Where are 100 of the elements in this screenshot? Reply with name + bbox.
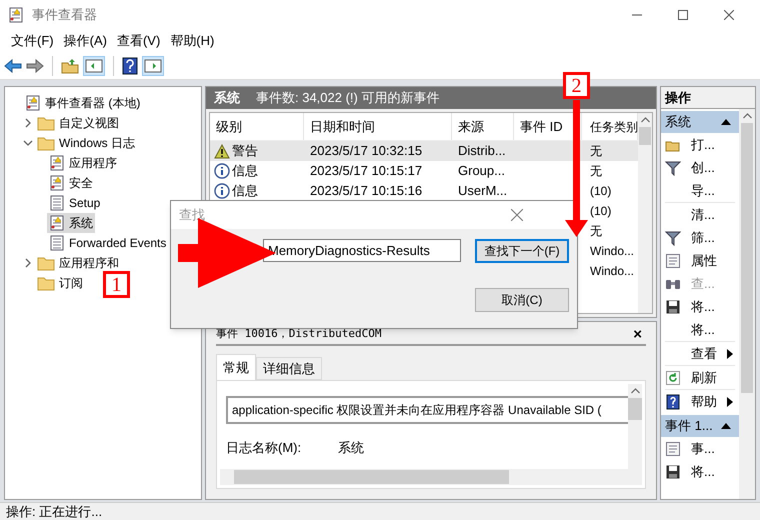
horizontal-scrollbar[interactable]: [220, 469, 642, 485]
help-icon[interactable]: [122, 56, 138, 74]
folder-icon: [37, 135, 55, 151]
scrollbar-thumb[interactable]: [234, 470, 509, 484]
help-icon: [665, 394, 681, 410]
info-icon: [214, 163, 230, 179]
find-input[interactable]: MemoryDiagnostics-Results: [263, 239, 461, 262]
action-item[interactable]: 打...: [665, 133, 735, 156]
tab[interactable]: 详细信息: [256, 357, 322, 380]
column-header[interactable]: 级别: [210, 113, 304, 140]
folder-icon: [37, 115, 55, 131]
action-item[interactable]: 将...: [665, 460, 735, 483]
tree-item[interactable]: 系统: [47, 213, 95, 233]
table-cell-text: 信息: [232, 162, 258, 180]
table-cell-text: 无: [589, 223, 603, 240]
tree-item[interactable]: 自定义视图: [35, 113, 121, 133]
table-cell-text: 信息: [232, 182, 258, 200]
expand-chevron-icon[interactable]: [23, 258, 33, 268]
table-cell-text: Distrib...: [457, 142, 507, 160]
tab[interactable]: 常规: [216, 354, 256, 380]
properties-icon: [665, 440, 681, 456]
log-icon: [8, 7, 24, 23]
tree-item[interactable]: 应用程序: [47, 153, 119, 173]
panel-title: 系统: [214, 89, 240, 108]
info-icon: [214, 183, 230, 199]
table-cell-text: 无: [589, 163, 603, 180]
expand-chevron-icon[interactable]: [23, 118, 33, 128]
dialog-button[interactable]: 取消(C): [475, 288, 569, 312]
log-icon: [49, 215, 65, 231]
filter-icon: [665, 230, 681, 246]
tree-item[interactable]: 应用程序和: [35, 253, 121, 273]
dialog-title: 查找: [179, 206, 205, 224]
log-icon: [49, 175, 65, 191]
folder-icon: [37, 275, 55, 291]
scrollbar-thumb[interactable]: [628, 398, 642, 420]
tree-item[interactable]: Forwarded Events: [47, 233, 168, 253]
action-item[interactable]: 查看: [665, 342, 735, 365]
table-cell-text: 警告: [232, 142, 258, 160]
panel-toggle-icon[interactable]: [83, 56, 105, 76]
description-field[interactable]: application-specific 权限设置并未向在应用程序容器 Unavailable SID (: [226, 396, 628, 424]
filter-icon: [665, 160, 681, 176]
panel-toggle-icon[interactable]: [142, 56, 164, 76]
scrollbar-thumb[interactable]: [639, 127, 651, 145]
vertical-scrollbar[interactable]: [739, 109, 755, 499]
table-cell-text: Group...: [457, 162, 506, 180]
collapse-chevron-icon[interactable]: [23, 138, 33, 148]
tree-item[interactable]: Setup: [47, 193, 102, 213]
table-cell-text: Windo...: [589, 263, 636, 280]
properties-icon: [665, 252, 681, 268]
action-item[interactable]: 属性: [665, 249, 735, 272]
table-cell-text: 2023/5/17 10:32:15: [309, 142, 424, 160]
action-item[interactable]: 刷新: [665, 366, 735, 389]
menu-item[interactable]: 帮助(H): [165, 31, 220, 51]
dialog-button[interactable]: 查找下一个(F): [475, 239, 569, 263]
event-count: 事件数: 34,022 (!) 可用的新事件: [256, 89, 440, 108]
tree-item[interactable]: 事件查看器 (本地): [23, 93, 142, 113]
table-cell-text: UserM...: [457, 182, 508, 200]
close-icon: [724, 10, 734, 20]
menu-item[interactable]: 文件(F): [6, 31, 59, 51]
tree-item[interactable]: Windows 日志: [35, 133, 138, 153]
column-header[interactable]: 来源: [452, 113, 514, 140]
collapse-caret-icon[interactable]: [721, 422, 731, 430]
scroll-up-icon[interactable]: [630, 388, 640, 394]
section-header[interactable]: 事件 1...: [661, 415, 739, 437]
action-item[interactable]: 清...: [665, 203, 735, 226]
collapse-caret-icon[interactable]: [721, 118, 731, 126]
folder-icon: [37, 255, 55, 271]
vertical-scrollbar[interactable]: [628, 384, 642, 469]
table-cell-text: 2023/5/17 10:15:17: [309, 162, 424, 180]
tree-item[interactable]: 安全: [47, 173, 95, 193]
forward-arrow-icon[interactable]: [26, 58, 44, 72]
table-cell-text: 2023/5/17 10:15:16: [309, 182, 424, 200]
folder-up-icon[interactable]: [61, 58, 79, 74]
close-button[interactable]: ×: [633, 326, 646, 342]
scroll-up-icon[interactable]: [742, 113, 752, 119]
menu-item[interactable]: 操作(A): [58, 31, 112, 51]
scroll-up-icon[interactable]: [640, 117, 650, 123]
action-item[interactable]: 导...: [665, 179, 735, 202]
table-cell-text: Windo...: [589, 243, 636, 260]
back-arrow-icon[interactable]: [4, 58, 22, 72]
action-item[interactable]: 将...: [665, 318, 735, 341]
table-cell-text: (10): [589, 183, 612, 200]
status-text: 操作: 正在进行...: [6, 502, 102, 520]
annotation-badge: 2: [563, 72, 590, 99]
scrollbar-thumb[interactable]: [741, 123, 753, 393]
field-label: 日志名称(M):: [226, 439, 302, 457]
window-title: 事件查看器: [32, 6, 97, 24]
column-header[interactable]: 日期和时间: [304, 113, 452, 140]
tree-item[interactable]: 订阅: [35, 273, 85, 293]
event-row[interactable]: 警告 2023/5/17 10:32:15 Distrib... 无: [210, 141, 638, 161]
action-item[interactable]: 将...: [665, 295, 735, 318]
minimize-icon: [632, 14, 642, 16]
vertical-scrollbar[interactable]: [638, 113, 652, 313]
action-item[interactable]: 事...: [665, 437, 735, 460]
section-header[interactable]: 系统: [661, 111, 739, 133]
action-item[interactable]: 创...: [665, 156, 735, 179]
menu-item[interactable]: 查看(V): [112, 31, 166, 51]
action-item[interactable]: 帮助: [665, 390, 735, 413]
action-item[interactable]: 筛...: [665, 226, 735, 249]
document-icon: [49, 235, 65, 251]
